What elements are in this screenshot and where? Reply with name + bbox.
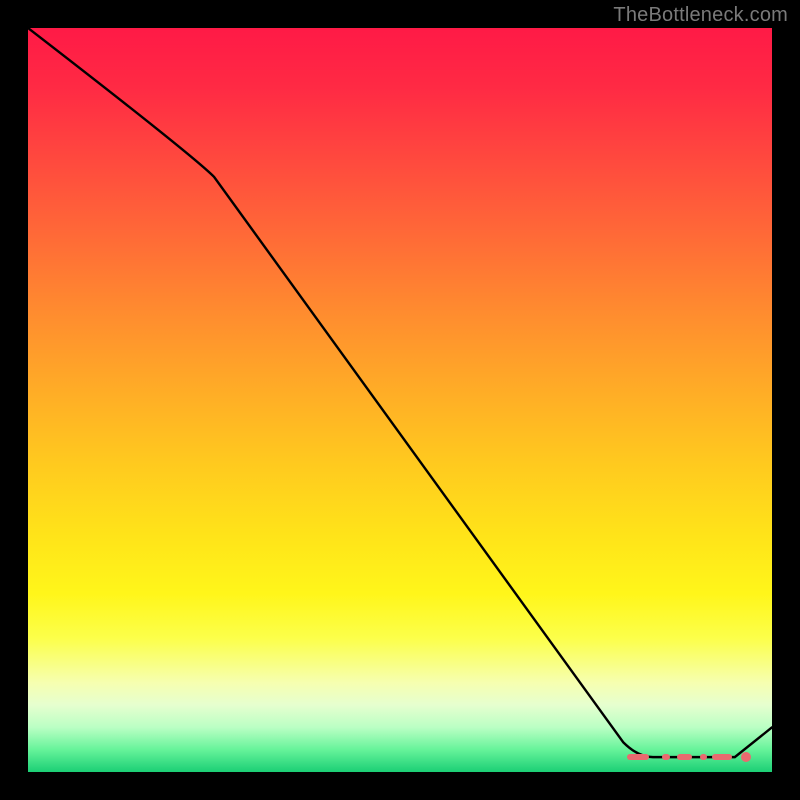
optimal-range-segment (700, 754, 707, 760)
watermark-text: TheBottleneck.com (613, 4, 788, 27)
optimal-range-markers (28, 28, 772, 772)
optimal-range-segment (627, 754, 649, 760)
optimal-range-segment (712, 754, 731, 760)
chart-stage: TheBottleneck.com (0, 0, 800, 800)
optimal-range-segment (662, 754, 670, 760)
optimal-range-segment (677, 754, 693, 760)
optimal-point-dot (741, 752, 751, 762)
plot-area (28, 28, 772, 772)
